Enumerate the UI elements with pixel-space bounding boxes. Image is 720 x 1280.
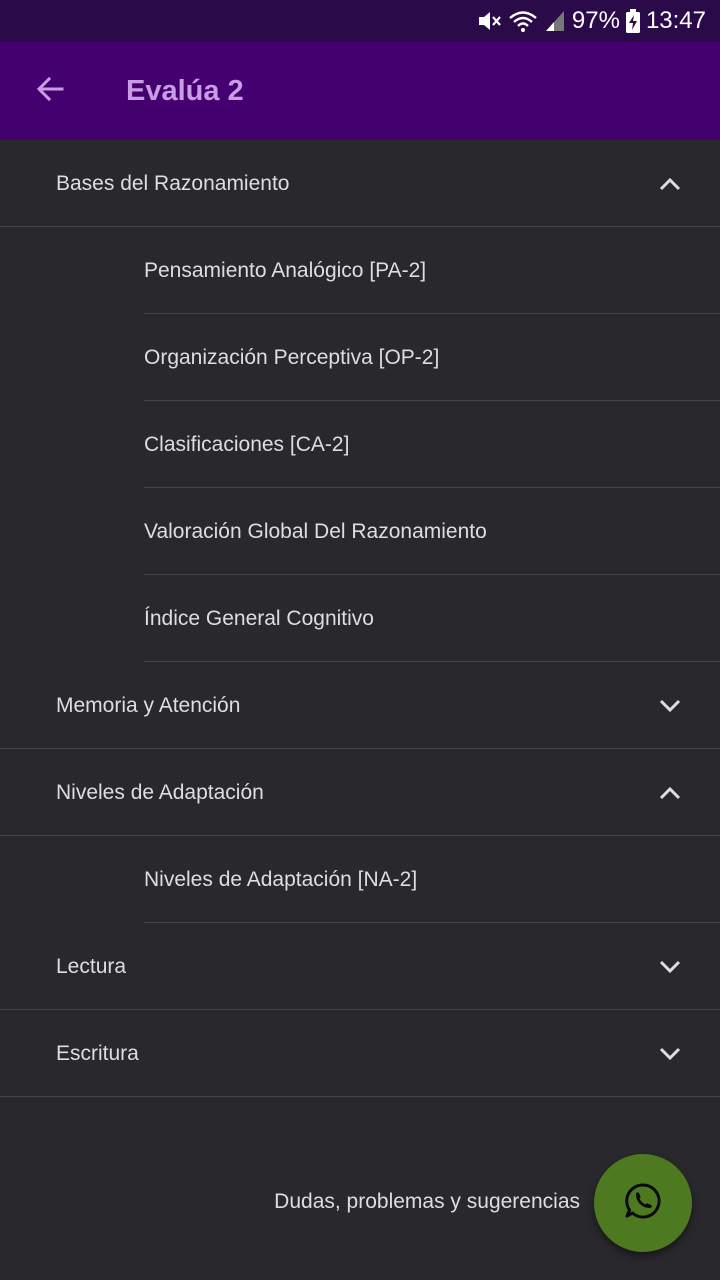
list-item[interactable]: Organización Perceptiva [OP-2] [0, 314, 720, 401]
whatsapp-icon [623, 1181, 663, 1226]
group-bases-razonamiento[interactable]: Bases del Razonamiento [0, 140, 720, 227]
app-bar: Evalúa 2 [0, 42, 720, 140]
status-bar: 97% 13:47 [0, 0, 720, 42]
group-label: Bases del Razonamiento [56, 171, 290, 195]
chevron-up-icon [656, 170, 684, 198]
expandable-list: Bases del Razonamiento Pensamiento Analó… [0, 140, 720, 1097]
group-niveles-adaptacion[interactable]: Niveles de Adaptación [0, 749, 720, 836]
item-label: Índice General Cognitivo [144, 606, 374, 630]
list-item[interactable]: Índice General Cognitivo [0, 575, 720, 662]
whatsapp-fab-button[interactable] [594, 1154, 692, 1252]
item-label: Clasificaciones [CA-2] [144, 432, 350, 456]
chevron-up-icon [656, 779, 684, 807]
item-label: Organización Perceptiva [OP-2] [144, 345, 440, 369]
wifi-icon [508, 8, 538, 34]
back-button[interactable] [20, 61, 80, 121]
list-item[interactable]: Clasificaciones [CA-2] [0, 401, 720, 488]
signal-icon [544, 9, 566, 33]
chevron-down-icon [656, 953, 684, 981]
arrow-back-icon [34, 73, 66, 110]
list-item[interactable]: Pensamiento Analógico [PA-2] [0, 227, 720, 314]
item-label: Pensamiento Analógico [PA-2] [144, 258, 427, 282]
group-label: Memoria y Atención [56, 693, 241, 717]
page-title: Evalúa 2 [126, 74, 244, 107]
group-memoria-atencion[interactable]: Memoria y Atención [0, 662, 720, 749]
group-label: Escritura [56, 1041, 139, 1065]
battery-percent: 97% [571, 7, 620, 34]
battery-charging-icon [625, 9, 640, 33]
list-item[interactable]: Valoración Global Del Razonamiento [0, 488, 720, 575]
item-label: Niveles de Adaptación [NA-2] [144, 867, 418, 891]
help-text: Dudas, problemas y sugerencias [274, 1190, 580, 1213]
chevron-down-icon [656, 692, 684, 720]
group-escritura[interactable]: Escritura [0, 1010, 720, 1097]
list-item[interactable]: Niveles de Adaptación [NA-2] [0, 836, 720, 923]
group-lectura[interactable]: Lectura [0, 923, 720, 1010]
item-label: Valoración Global Del Razonamiento [144, 519, 487, 543]
group-label: Niveles de Adaptación [56, 780, 264, 804]
clock: 13:47 [645, 7, 706, 34]
chevron-down-icon [656, 1040, 684, 1068]
group-label: Lectura [56, 954, 127, 978]
mute-icon [476, 8, 502, 34]
